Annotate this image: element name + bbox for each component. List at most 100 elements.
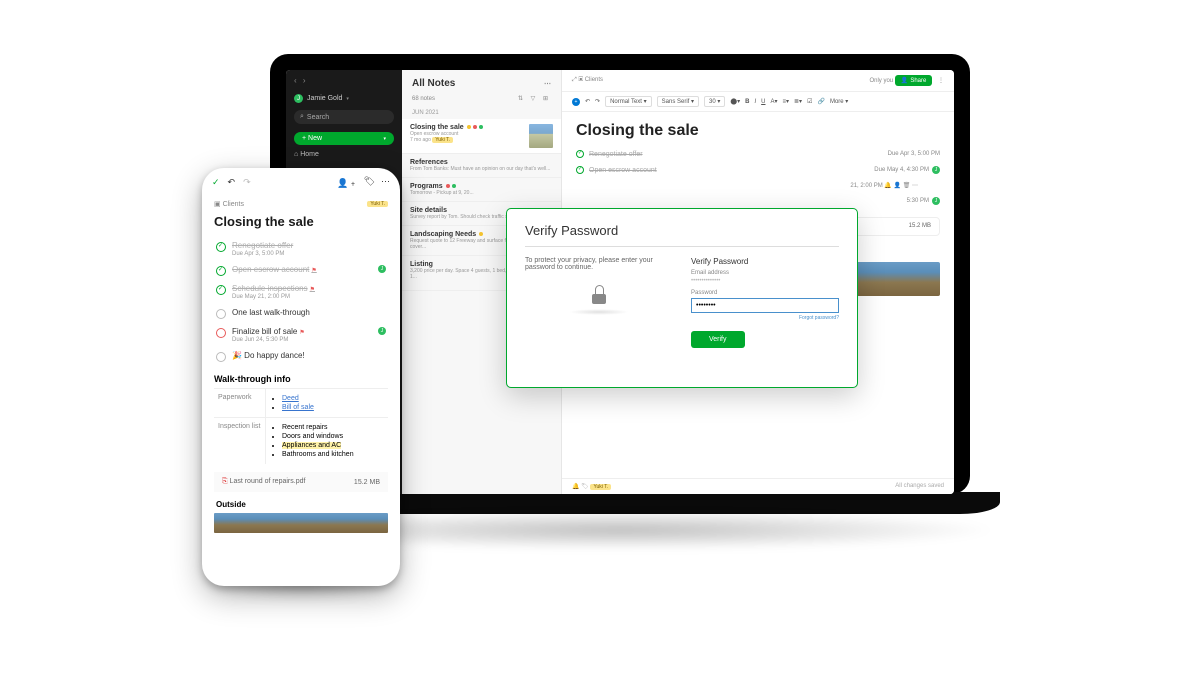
breadcrumb-label: Clients	[223, 201, 244, 208]
password-input[interactable]	[691, 298, 839, 313]
task-row[interactable]: One last walk-through	[202, 304, 400, 323]
nav-history[interactable]: ‹ ›	[286, 70, 402, 91]
link-icon[interactable]: 🔗	[817, 98, 824, 105]
note-list-item[interactable]: Programs Tomorrow - Pickup at 9, 20...	[402, 178, 561, 202]
undo-icon[interactable]: ↶	[585, 98, 590, 105]
info-table-row: Inspection list Recent repairs Doors and…	[214, 417, 388, 464]
redo-icon[interactable]: ↷	[595, 98, 600, 105]
task-row[interactable]: 21, 2:00 PM 🔔 👤 🗑 ⋯	[562, 178, 954, 193]
more-icon[interactable]: ⋯	[381, 176, 390, 189]
font-size-select[interactable]: 30 ▾	[704, 96, 725, 107]
task-row[interactable]: 5:30 PMJ	[562, 193, 954, 209]
flag-icon: ⚑	[299, 330, 304, 336]
insert-button[interactable]: +	[572, 98, 580, 106]
text-color-icon[interactable]: ⬤▾	[730, 98, 740, 105]
phone-toolbar: ✓ ↶ ↷ 👤﹢ 🏷 ⋯	[202, 168, 400, 197]
trash-icon[interactable]: 🗑	[903, 183, 911, 189]
footer-tag[interactable]: Yuki T.	[590, 484, 611, 490]
more-icon[interactable]: ⋮	[938, 78, 944, 84]
redo-icon[interactable]: ↷	[243, 177, 251, 188]
note-snippet: Tomorrow - Pickup at 9, 20...	[410, 190, 553, 196]
modal-prompt: To protect your privacy, please enter yo…	[525, 257, 673, 271]
more-icon[interactable]: ⋯	[544, 80, 551, 88]
inline-image[interactable]	[214, 513, 388, 533]
search-placeholder: Search	[307, 114, 329, 121]
bell-icon[interactable]: 🔔	[884, 183, 891, 189]
task-text: Open escrow account	[589, 167, 657, 174]
note-list-item[interactable]: References From Tom Banks: Must have an …	[402, 154, 561, 178]
notebook-icon: ▣	[214, 201, 223, 208]
task-checkbox[interactable]	[576, 150, 584, 158]
link[interactable]: Bill of sale	[282, 404, 314, 411]
user-avatar: J	[294, 94, 303, 103]
new-note-button[interactable]: + New ▾	[294, 132, 394, 145]
attachment-size: 15.2 MB	[354, 479, 380, 486]
bell-icon[interactable]: 🔔	[572, 484, 579, 490]
forgot-password-link[interactable]: Forgot password?	[691, 315, 839, 321]
attachment-name: Last round of repairs.pdf	[230, 478, 306, 485]
task-due: 21, 2:00 PM	[850, 183, 882, 189]
link[interactable]: Deed	[282, 395, 299, 402]
add-person-icon[interactable]: 👤﹢	[337, 176, 357, 189]
task-checkbox[interactable]	[576, 166, 584, 174]
checklist-icon[interactable]: ☑	[807, 98, 812, 105]
pdf-icon: ⎘	[222, 478, 230, 485]
modal-title: Verify Password	[525, 223, 839, 238]
tag-icon[interactable]: 🏷	[364, 176, 375, 189]
font-select[interactable]: Sans Serif ▾	[657, 96, 699, 107]
task-checkbox[interactable]	[216, 285, 226, 295]
note-list-item[interactable]: Closing the sale Open escrow account 7 m…	[402, 119, 561, 154]
share-button[interactable]: 👤Share	[895, 75, 933, 86]
verify-button[interactable]: Verify	[691, 331, 745, 348]
task-row[interactable]: Open escrow account Due May 4, 4:30 PMJ	[562, 162, 954, 178]
task-row[interactable]: Finalize bill of sale⚑Due Jun 24, 5:30 P…	[202, 323, 400, 347]
verify-password-modal: Verify Password To protect your privacy,…	[506, 208, 858, 388]
list-item: Doors and windows	[282, 432, 382, 441]
task-row[interactable]: 🎉 Do happy dance!	[202, 347, 400, 366]
modal-subtitle: Verify Password	[691, 257, 839, 266]
task-checkbox[interactable]	[216, 352, 226, 362]
underline-icon[interactable]: U	[761, 99, 765, 105]
bold-icon[interactable]: B	[745, 99, 749, 105]
numbered-list-icon[interactable]: ≣▾	[794, 98, 802, 105]
task-text: One last walk-through	[232, 308, 310, 317]
task-checkbox[interactable]	[216, 309, 226, 319]
check-icon[interactable]: ✓	[212, 177, 220, 188]
task-checkbox[interactable]	[216, 266, 226, 276]
bullet-list-icon[interactable]: ≡▾	[783, 98, 790, 105]
note-title-input[interactable]: Closing the sale	[562, 112, 954, 146]
more-icon[interactable]: ⋯	[912, 183, 918, 189]
breadcrumb[interactable]: ▣ Clients	[214, 200, 244, 208]
note-tag: Yuki T.	[432, 137, 453, 143]
note-list-title: All Notes	[412, 78, 455, 89]
assignee-tag[interactable]: Yuki T.	[367, 201, 388, 207]
highlight-icon[interactable]: A▾	[771, 98, 778, 105]
note-count: 68 notes	[412, 96, 435, 102]
note-snippet: From Tom Banks: Must have an opinion on …	[410, 166, 553, 172]
task-checkbox[interactable]	[216, 328, 226, 338]
month-divider: JUN 2021	[402, 107, 561, 119]
share-label: Share	[910, 78, 926, 84]
person-icon[interactable]: 👤	[894, 183, 901, 189]
tag-icon[interactable]: 🏷	[581, 484, 589, 490]
task-row[interactable]: Schedule inspections⚑Due May 21, 2:00 PM	[202, 280, 400, 304]
task-text: Finalize bill of sale	[232, 327, 297, 336]
task-row[interactable]: Open escrow account⚑ J	[202, 261, 400, 280]
sidebar-item-home[interactable]: ⌂ Home	[286, 149, 402, 160]
task-checkbox[interactable]	[216, 242, 226, 252]
more-formatting[interactable]: More ▾	[830, 98, 848, 105]
task-row[interactable]: Renegotiate offer Due Apr 3, 5:00 PM	[562, 146, 954, 162]
note-title: References	[410, 159, 553, 166]
paragraph-style-select[interactable]: Normal Text ▾	[605, 96, 652, 107]
search-input[interactable]: ⌕ Search	[294, 110, 394, 124]
account-switcher[interactable]: J Jamie Gold ▾	[286, 91, 402, 106]
task-text: Schedule inspections	[232, 284, 308, 293]
italic-icon[interactable]: I	[754, 99, 756, 105]
task-row[interactable]: Renegotiate offerDue Apr 3, 5:00 PM	[202, 237, 400, 261]
task-text: Renegotiate offer	[232, 241, 293, 250]
breadcrumb[interactable]: ⤢ ▣ Clients	[572, 77, 603, 84]
list-controls[interactable]: ⇅ ▽ ⊞	[518, 95, 551, 102]
attachment-card[interactable]: ⎘ Last round of repairs.pdf 15.2 MB	[214, 472, 388, 492]
note-title[interactable]: Closing the sale	[202, 211, 400, 237]
undo-icon[interactable]: ↶	[228, 177, 236, 188]
